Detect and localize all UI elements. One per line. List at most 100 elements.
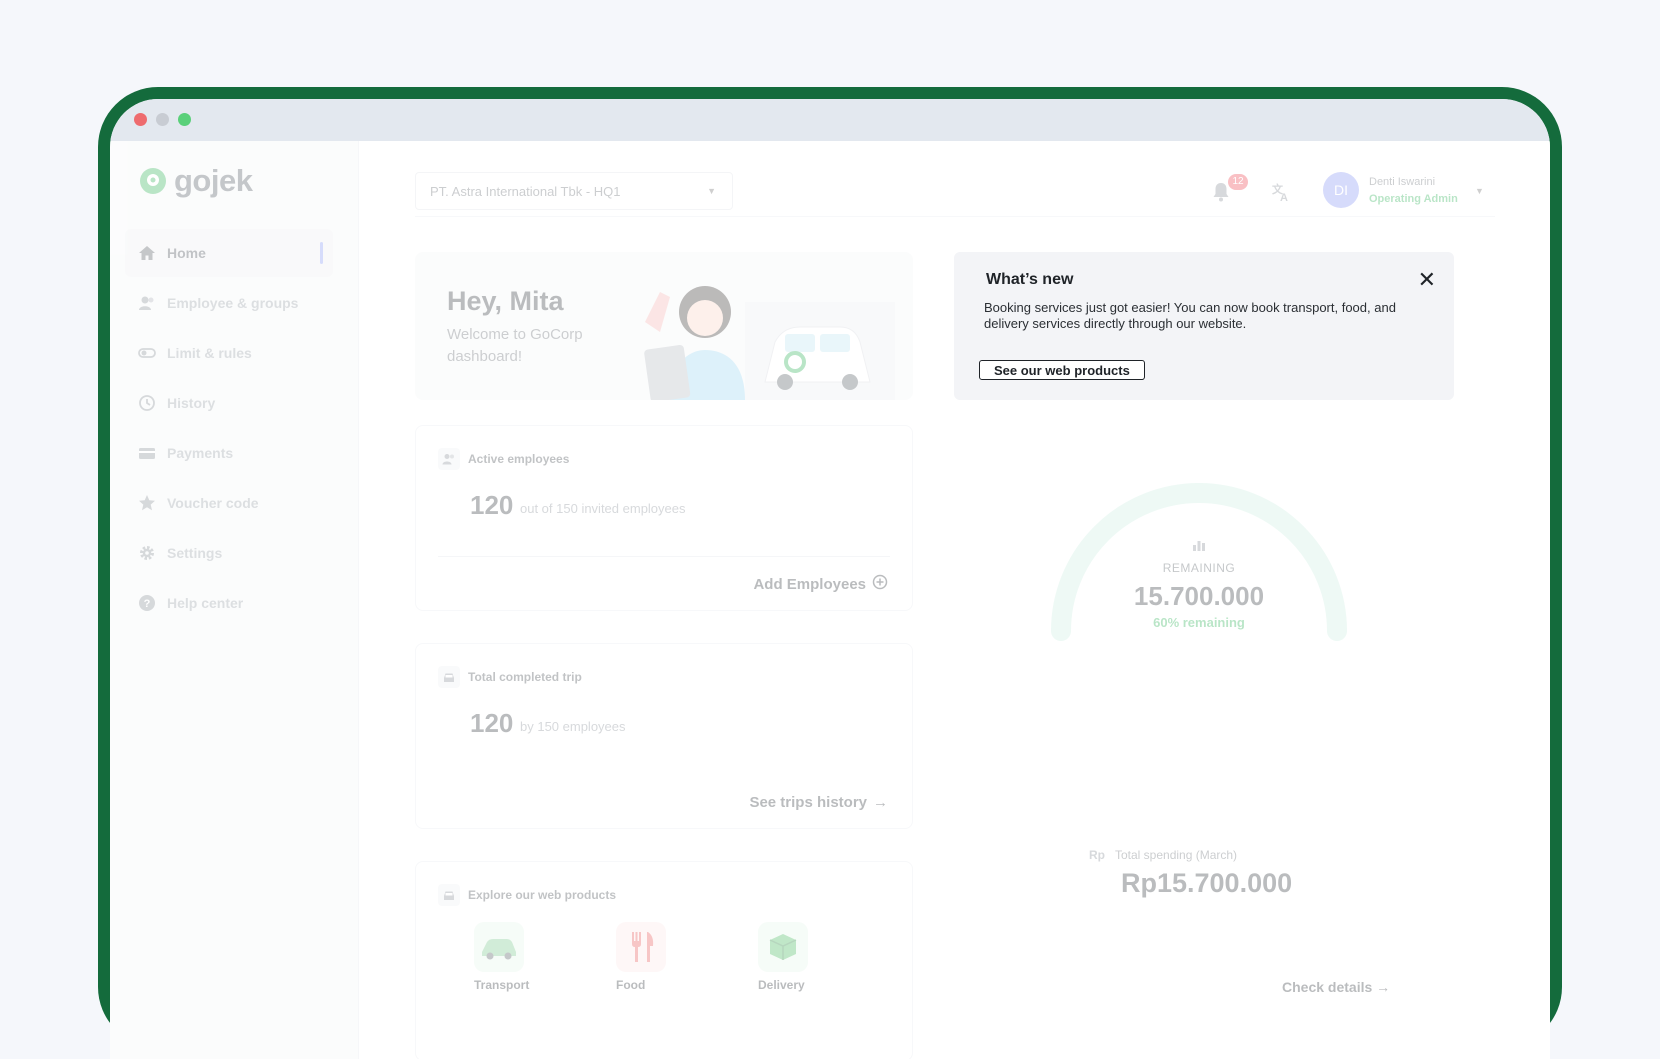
add-employees-link[interactable]: Add Employees (753, 574, 888, 594)
trips-sub: by 150 employees (520, 719, 626, 734)
trips-count: 120 (470, 708, 514, 738)
active-employees-card: Active employees 120 out of 150 invited … (415, 425, 913, 611)
user-menu[interactable]: DI Denti Iswarini Operating Admin (1323, 172, 1458, 208)
user-role: Operating Admin (1369, 192, 1458, 205)
sidebar-item-history[interactable]: History (125, 379, 333, 427)
notification-badge: 12 (1228, 174, 1248, 190)
total-spending-label: Rp Total spending (March) (1089, 848, 1237, 862)
sidebar-item-settings[interactable]: Settings (125, 529, 333, 577)
card-header: Total completed trip (438, 666, 582, 688)
history-icon (137, 393, 157, 413)
sidebar-item-label: Settings (167, 545, 223, 561)
total-spending-value: Rp15.700.000 (1121, 868, 1293, 898)
product-transport[interactable]: Transport (474, 922, 534, 992)
topbar: PT. Astra International Tbk - HQ1 ▼ 12 文… (415, 172, 1495, 217)
add-employees-label: Add Employees (753, 575, 866, 593)
remaining-value: 15.700.000 (1133, 581, 1265, 611)
window-titlebar (110, 99, 1550, 141)
help-icon: ? (137, 593, 157, 613)
sidebar-item-label: Limit & rules (167, 345, 252, 361)
sidebar-item-label: Home (167, 245, 206, 261)
card-icon (137, 443, 157, 463)
user-info: Denti Iswarini Operating Admin (1369, 176, 1458, 205)
budget-gauge: REMAINING 15.700.000 60% remaining (999, 441, 1399, 661)
maximize-window-button[interactable] (178, 113, 191, 126)
sidebar-item-label: Voucher code (167, 495, 259, 511)
device-frame: gojek Home Employee & groups Limit & rul… (98, 87, 1562, 1059)
arrow-right-icon: → (873, 794, 888, 811)
product-food[interactable]: Food (616, 922, 676, 992)
spending-label-text: Total spending (March) (1115, 848, 1238, 862)
card-title: Explore our web products (468, 888, 617, 902)
product-label: Delivery (758, 978, 805, 992)
trips-card: Total completed trip 120 by 150 employee… (415, 643, 913, 829)
whats-new-title: What’s new (986, 271, 1074, 288)
avatar: DI (1323, 172, 1359, 208)
chart-icon (1191, 537, 1207, 558)
sidebar-item-voucher-code[interactable]: Voucher code (125, 479, 333, 527)
explore-products-card: Explore our web products Transport Food (415, 861, 913, 1059)
card-header: Active employees (438, 448, 569, 470)
company-select-value: PT. Astra International Tbk - HQ1 (430, 183, 621, 199)
toggle-icon (137, 343, 157, 363)
check-details-label: Check details (1282, 979, 1373, 995)
svg-text:A: A (1280, 192, 1288, 202)
main-content: PT. Astra International Tbk - HQ1 ▼ 12 文… (359, 141, 1550, 1059)
chevron-down-icon: ▼ (707, 186, 716, 196)
remaining-percent: 60% remaining (1153, 615, 1245, 630)
translate-icon[interactable]: 文A (1271, 182, 1291, 207)
card-title: Active employees (468, 452, 570, 466)
see-trips-history-link[interactable]: See trips history → (749, 794, 888, 811)
product-delivery[interactable]: Delivery (758, 922, 818, 992)
welcome-subtitle: Welcome to GoCorp dashboard! (447, 326, 583, 365)
welcome-title: Hey, Mita (447, 286, 564, 316)
sidebar: gojek Home Employee & groups Limit & rul… (110, 141, 359, 1059)
sidebar-item-employee-groups[interactable]: Employee & groups (125, 279, 333, 327)
sidebar-item-label: Help center (167, 595, 244, 611)
whats-new-body: Booking services just got easier! You ca… (984, 300, 1396, 331)
check-details-link[interactable]: Check details → (1282, 979, 1390, 995)
see-web-products-button[interactable]: See our web products (979, 360, 1145, 380)
close-window-button[interactable] (134, 113, 147, 126)
company-select[interactable]: PT. Astra International Tbk - HQ1 ▼ (415, 172, 733, 210)
sidebar-item-label: History (167, 395, 216, 411)
sidebar-item-limit-rules[interactable]: Limit & rules (125, 329, 333, 377)
product-label: Transport (474, 978, 530, 992)
delivery-box-icon (758, 922, 808, 972)
sidebar-item-label: Employee & groups (167, 295, 299, 311)
arrow-right-icon: → (1376, 979, 1391, 995)
gojek-logo-icon (140, 168, 166, 194)
whats-new-popup: What’s new ✕ Booking services just got e… (954, 252, 1454, 400)
active-employees-count: 120 (470, 490, 514, 520)
user-name: Denti Iswarini (1369, 175, 1436, 188)
users-icon (438, 448, 460, 470)
close-icon[interactable]: ✕ (1418, 269, 1436, 291)
chevron-down-icon[interactable]: ▼ (1475, 186, 1484, 196)
active-employees-sub: out of 150 invited employees (520, 501, 686, 516)
product-label: Food (616, 978, 646, 992)
food-utensils-icon (616, 922, 666, 972)
minimize-window-button[interactable] (156, 113, 169, 126)
home-icon (137, 243, 157, 263)
logo-wordmark: gojek (174, 163, 253, 198)
welcome-card: Hey, Mita Welcome to GoCorp dashboard! (415, 252, 913, 400)
svg-text:?: ? (144, 598, 151, 610)
logo[interactable]: gojek (138, 163, 253, 198)
gear-icon (137, 543, 157, 563)
card-title: Total completed trip (468, 670, 582, 684)
transport-car-icon (474, 922, 524, 972)
add-circle-icon (872, 574, 888, 594)
star-icon (137, 493, 157, 513)
sidebar-item-help-center[interactable]: ? Help center (125, 579, 333, 627)
car-icon (438, 666, 460, 688)
rupiah-icon: Rp (1089, 848, 1105, 862)
app-window: gojek Home Employee & groups Limit & rul… (110, 99, 1550, 1059)
users-icon (137, 293, 157, 313)
sidebar-item-payments[interactable]: Payments (125, 429, 333, 477)
sidebar-item-label: Payments (167, 445, 234, 461)
sidebar-item-home[interactable]: Home (125, 229, 333, 277)
divider (438, 556, 890, 557)
car-icon (438, 884, 460, 906)
see-trips-history-label: See trips history (749, 794, 867, 811)
card-header: Explore our web products (438, 884, 616, 906)
